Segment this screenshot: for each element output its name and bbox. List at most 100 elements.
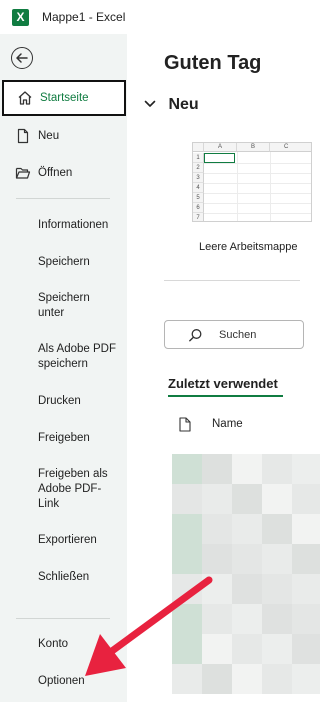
menu-item-drucken[interactable]: Drucken [38,394,123,409]
grid-line [204,173,311,174]
obscured-cell [232,604,262,634]
nav-item-label: Neu [38,130,60,142]
obscured-cell [202,574,232,604]
recent-list-header: Name [164,409,300,441]
page-title: Guten Tag [164,52,262,74]
obscured-cell [292,514,320,544]
obscured-cell [172,604,202,634]
obscured-cell [202,514,232,544]
obscured-cell [172,484,202,514]
back-arrow-icon [16,53,28,63]
obscured-cell [232,454,262,484]
menu-item-speichern-unter[interactable]: Speichern unter [38,291,98,321]
obscured-cell [292,604,320,634]
obscured-cell [262,664,292,694]
obscured-cell [202,484,232,514]
row-header: 4 [193,183,204,193]
obscured-cell [262,514,292,544]
home-icon [18,91,32,105]
row-header: 5 [193,193,204,203]
menu-item-als-adobe-pdf-speichern[interactable]: Als Adobe PDF speichern [38,342,123,372]
grid-line [270,152,271,221]
recent-files-list-obscured [172,454,320,702]
nav-item-label: Startseite [40,92,89,104]
selected-cell [204,153,235,163]
grid-line [204,193,311,194]
menu-item-speichern[interactable]: Speichern [38,255,123,270]
obscured-cell [202,544,232,574]
obscured-cell [262,544,292,574]
blank-workbook-template[interactable]: A B C 1 2 3 4 5 6 7 [192,142,312,222]
new-document-icon [17,128,29,144]
backstage-sidebar: Startseite Neu Öffnen Informationen Spei… [0,34,127,702]
obscured-cell [232,484,262,514]
menu-item-exportieren[interactable]: Exportieren [38,533,123,548]
folder-open-icon [15,167,31,179]
obscured-cell [292,664,320,694]
tab-zuletzt-verwendet[interactable]: Zuletzt verwendet [168,376,278,391]
search-input[interactable] [219,327,299,343]
nav-item-label: Öffnen [38,167,73,179]
file-type-icon [179,417,191,432]
obscured-cell [202,664,232,694]
obscured-cell [232,514,262,544]
sidebar-divider [16,198,110,199]
menu-item-konto[interactable]: Konto [38,637,123,652]
grid-line [204,213,311,214]
active-tab-indicator [168,395,283,397]
obscured-cell [232,544,262,574]
menu-item-freigeben-als-adobe-pdf-link[interactable]: Freigeben als Adobe PDF-Link [38,467,113,512]
obscured-cell [172,664,202,694]
excel-logo-icon: X [12,9,29,26]
sidebar-divider [16,618,110,619]
grid-line [204,183,311,184]
obscured-cell [262,634,292,664]
row-header: 7 [193,213,204,221]
obscured-cell [202,634,232,664]
section-divider [164,280,300,281]
search-box[interactable] [164,320,304,349]
obscured-cell [262,454,292,484]
obscured-cell [292,484,320,514]
obscured-cell [172,634,202,664]
row-header: 3 [193,173,204,183]
obscured-cell [232,634,262,664]
menu-item-informationen[interactable]: Informationen [38,218,123,233]
grid-line [204,203,311,204]
obscured-cell [232,664,262,694]
nav-item-neu[interactable]: Neu [0,118,127,154]
search-icon [189,329,202,342]
menu-item-freigeben[interactable]: Freigeben [38,431,123,446]
column-header: C [270,143,311,152]
row-header: 2 [193,163,204,173]
obscured-cell [292,454,320,484]
backstage-main: Guten Tag Neu A B C 1 2 3 4 5 6 7 Leere … [127,34,320,702]
grid-line [204,163,311,164]
title-bar: X Mappe1 - Excel [0,0,300,34]
template-label: Leere Arbeitsmappe [199,241,298,253]
back-button[interactable] [11,47,33,69]
obscured-cell [262,484,292,514]
nav-item-startseite[interactable]: Startseite [2,80,126,116]
section-toggle-neu[interactable]: Neu [144,96,199,114]
column-header-name[interactable]: Name [212,418,243,430]
obscured-cell [172,574,202,604]
window-title: Mappe1 - Excel [42,10,126,24]
obscured-cell [172,514,202,544]
corner-cell [193,143,204,152]
obscured-cell [262,574,292,604]
obscured-cell [172,454,202,484]
nav-item-oeffnen[interactable]: Öffnen [0,155,127,191]
column-header: A [204,143,237,152]
obscured-cell [202,454,232,484]
obscured-cell [262,604,292,634]
menu-item-optionen[interactable]: Optionen [38,674,123,689]
menu-item-schliessen[interactable]: Schließen [38,570,123,585]
grid-line [237,152,238,221]
obscured-cell [172,544,202,574]
row-header: 1 [193,153,204,163]
obscured-cell [292,574,320,604]
obscured-cell [202,604,232,634]
row-header: 6 [193,203,204,213]
obscured-cell [292,634,320,664]
